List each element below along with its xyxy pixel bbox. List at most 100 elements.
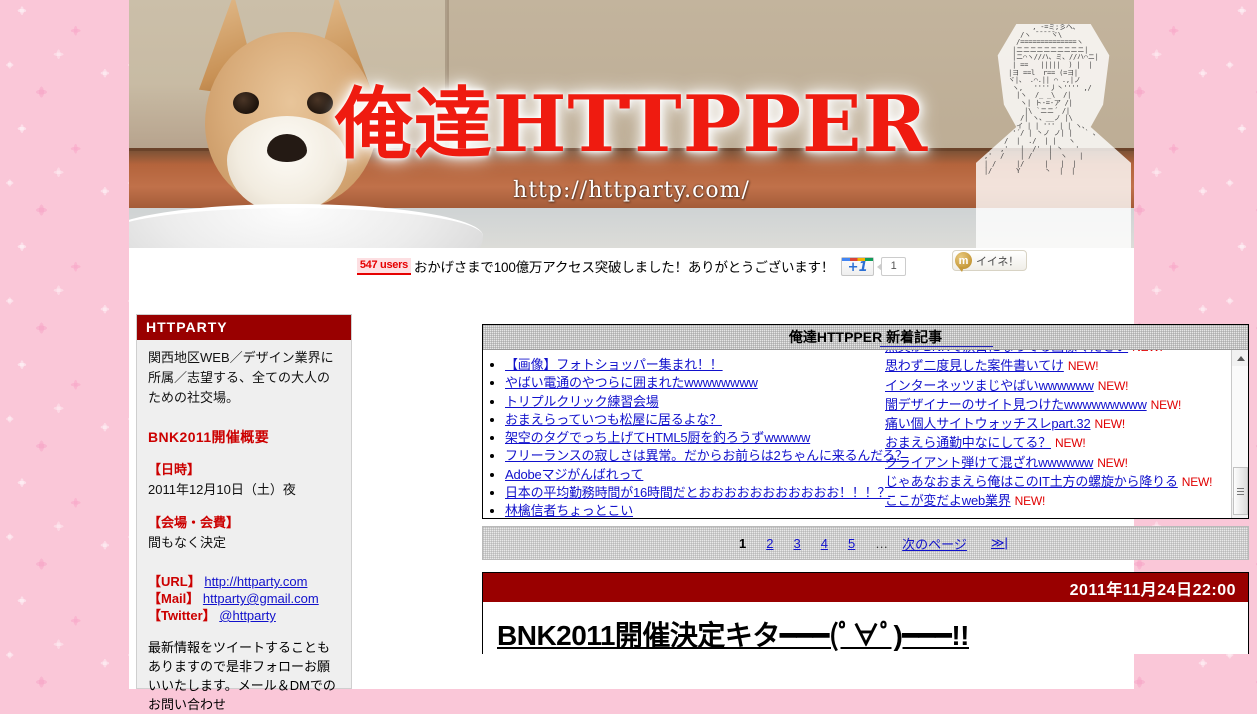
sidebar-field-value-0: 2011年12月10日（土）夜: [148, 482, 296, 497]
article-link[interactable]: 痛い個人サイトウォッチスレpart.32: [885, 416, 1091, 431]
article-link[interactable]: クライアント弾けて混ざれwwwwww: [885, 455, 1093, 470]
new-articles-panel: 俺達HTTPPER 新着記事 【画像】フォトショッパー集まれ！！ やばい電通のや…: [482, 324, 1249, 519]
sidebar-title: HTTPARTY: [137, 315, 351, 340]
new-badge: NEW!: [1094, 417, 1126, 432]
sidebar-contact-links: 【URL】 http://httparty.com 【Mail】 httpart…: [148, 574, 340, 624]
list-item[interactable]: 架空のタグでっち上げてHTML5厨を釣ろうずwwwww: [505, 429, 877, 446]
new-badge: NEW!: [1150, 397, 1182, 412]
list-item[interactable]: Adobeマジがんばれって: [505, 466, 877, 483]
google-stripes-icon: [842, 257, 874, 261]
sidebar-section-title: BNK2011開催概要: [148, 429, 270, 445]
entry-title-link[interactable]: BNK2011開催決定キタ━━━(ﾟ∀ﾟ)━━━!!: [497, 620, 970, 651]
sidebar-description: 関西地区WEB／デザイン業界に所属／志望する、全ての大人のための社交場。: [148, 350, 334, 405]
site-page: , -=ミ;彡へ、 /ヽ ̄ ̄ ̄ ̄ ̄ヾ\ /==============…: [129, 0, 1249, 712]
google-plus-one-button[interactable]: +1: [841, 256, 875, 276]
sidebar-field-label-1: 【会場・会費】: [148, 515, 240, 530]
list-item[interactable]: 日本の平均勤務時間が16時間だとおおおおおおおおおおお！！！？: [505, 484, 890, 501]
list-item[interactable]: じゃあなおまえら俺はこのIT土方の螺旋から降りる NEW!: [885, 473, 1241, 491]
new-badge: NEW!: [1055, 436, 1086, 451]
list-item[interactable]: 照英がBNKで涙目になってる画像ください NEW!: [885, 350, 1241, 356]
list-item[interactable]: ここが変だよweb業界 NEW!: [885, 492, 1241, 510]
google-plus-one-count[interactable]: 1: [877, 256, 907, 276]
sidebar-link-key-mail: 【Mail】: [148, 591, 200, 606]
sidebar-link-url[interactable]: http://httparty.com: [204, 574, 307, 589]
list-item[interactable]: 思わず二度見した案件書いてけ NEW!: [885, 357, 1241, 375]
article-list-left: 【画像】フォトショッパー集まれ！！ やばい電通のやつらに囲まれたwwwwwwww…: [483, 356, 908, 518]
sidebar-link-mail[interactable]: httparty@gmail.com: [203, 591, 319, 606]
new-articles-body: 【画像】フォトショッパー集まれ！！ やばい電通のやつらに囲まれたwwwwwwww…: [483, 350, 1248, 518]
social-share-bar: 547 users おかげさまで100億万アクセス突破しました！ありがとうござい…: [129, 248, 1134, 314]
main-area: HTTPARTY 関西地区WEB／デザイン業界に所属／志望する、全ての大人のため…: [129, 314, 1249, 712]
header-underline: [879, 346, 993, 347]
article-link[interactable]: 【画像】フォトショッパー集まれ！！: [505, 357, 723, 372]
mixi-iine-button[interactable]: m イイネ！: [952, 250, 1027, 272]
list-item[interactable]: おまえらっていつも松屋に居るよな？: [505, 411, 877, 428]
page-link-4[interactable]: 4: [821, 536, 828, 551]
sidebar-link-key-url: 【URL】: [148, 574, 201, 589]
list-item[interactable]: クライアント弾けて混ざれwwwwww NEW!: [885, 454, 1241, 472]
sidebar: HTTPARTY 関西地区WEB／デザイン業界に所属／志望する、全ての大人のため…: [136, 314, 352, 712]
sidebar-link-key-twitter: 【Twitter】: [148, 608, 216, 623]
article-link[interactable]: フリーランスの寂しさは異常。だからお前らは2ちゃんに来るんだろ？: [505, 448, 908, 463]
list-item[interactable]: フリーランスの寂しさは異常。だからお前らは2ちゃんに来るんだろ？: [505, 447, 908, 464]
article-link[interactable]: ここが変だよweb業界: [885, 493, 1011, 508]
page-link-1[interactable]: 1: [739, 536, 746, 551]
entry-title[interactable]: BNK2011開催決定キタ━━━(ﾟ∀ﾟ)━━━!!: [483, 602, 1248, 654]
sidebar-link-twitter[interactable]: @httparty: [219, 608, 276, 623]
article-link[interactable]: Adobeマジがんばれって: [505, 467, 644, 482]
social-announcement-text: おかげさまで100億万アクセス突破しました！ありがとうございます！: [413, 260, 835, 275]
new-articles-header: 俺達HTTPPER 新着記事: [483, 325, 1248, 350]
article-link[interactable]: 思わず二度見した案件書いてけ: [885, 358, 1064, 373]
new-badge: NEW!: [1067, 359, 1099, 374]
article-link[interactable]: じゃあなおまえら俺はこのIT土方の螺旋から降りる: [885, 474, 1178, 489]
scrollbar-thumb[interactable]: [1233, 467, 1248, 515]
article-link[interactable]: 照英がBNKで涙目になってる画像ください: [885, 350, 1128, 354]
pagination: 1 2 3 4 5 … 次のページ ≫|: [482, 526, 1249, 560]
list-item[interactable]: 闇デザイナーのサイト見つけたwwwwwwwww NEW!: [885, 396, 1241, 414]
sidebar-field-value-1: 間もなく決定: [148, 535, 227, 550]
mixi-icon: m: [955, 252, 972, 272]
new-badge: NEW!: [1181, 475, 1213, 490]
new-badge: NEW!: [1097, 455, 1128, 470]
page-link-5[interactable]: 5: [848, 536, 855, 551]
hatena-bookmark-count[interactable]: 547 users: [356, 257, 411, 275]
entry-date-bar: 2011年11月24日22:00: [483, 573, 1248, 602]
article-link[interactable]: インターネッツまじやばいwwwwww: [885, 378, 1094, 393]
article-list-right: 照英がBNKで涙目になってる画像くださいNEW! 思わず二度見した案件書いてけN…: [877, 350, 1241, 518]
article-link[interactable]: 闇デザイナーのサイト見つけたwwwwwwwww: [885, 397, 1147, 412]
next-page-link[interactable]: 次のページ: [902, 534, 967, 553]
list-item[interactable]: やばい電通のやつらに囲まれたwwwwwwww: [505, 374, 877, 391]
page-link-3[interactable]: 3: [793, 536, 800, 551]
sidebar-link-row-url: 【URL】 http://httparty.com: [148, 574, 340, 590]
list-item[interactable]: トリプルクリック練習会場: [505, 393, 877, 410]
site-banner[interactable]: , -=ミ;彡へ、 /ヽ ̄ ̄ ̄ ̄ ̄ヾ\ /==============…: [129, 0, 1134, 248]
article-link[interactable]: おまえらっていつも松屋に居るよな？: [505, 412, 722, 427]
scroll-up-arrow-icon[interactable]: [1232, 350, 1248, 366]
article-link[interactable]: トリプルクリック練習会場: [505, 394, 659, 409]
article-link[interactable]: 日本の平均勤務時間が16時間だとおおおおおおおおおおお！！！？: [505, 485, 890, 500]
list-item[interactable]: インターネッツまじやばいwwwwww NEW!: [885, 377, 1241, 395]
article-link[interactable]: 架空のタグでっち上げてHTML5厨を釣ろうずwwwww: [505, 430, 810, 445]
article-entry: 2011年11月24日22:00 BNK2011開催決定キタ━━━(ﾟ∀ﾟ)━━…: [482, 572, 1249, 654]
list-item[interactable]: 【画像】フォトショッパー集まれ！！: [505, 356, 877, 373]
list-item[interactable]: 痛い個人サイトウォッチスレpart.32 NEW!: [885, 415, 1241, 433]
mixi-iine-label: イイネ！: [976, 255, 1019, 268]
plus-one-label: +1: [847, 260, 868, 275]
article-list-scrollbar[interactable]: [1231, 350, 1248, 518]
page-link-2[interactable]: 2: [766, 536, 773, 551]
last-page-link[interactable]: ≫|: [991, 535, 1008, 551]
new-badge: NEW!: [1014, 494, 1046, 509]
sidebar-field-label-0: 【日時】: [148, 462, 201, 477]
new-articles-header-label: 俺達HTTPPER 新着記事: [788, 329, 943, 345]
article-link[interactable]: 林檎信者ちょっとこい: [505, 503, 633, 518]
site-logo-url: http://httparty.com/: [513, 178, 750, 203]
scrollbar-grip-icon: [1237, 487, 1244, 495]
article-link[interactable]: おまえら通勤中なにしてる？: [885, 435, 1051, 450]
entry-date: 2011年11月24日22:00: [1069, 581, 1236, 599]
new-badge: NEW!: [1132, 350, 1163, 354]
list-item[interactable]: おまえら通勤中なにしてる？ NEW!: [885, 434, 1241, 452]
sidebar-footer-note: 最新情報をツイートすることもありますので是非フォローお願いいたします。メール＆D…: [148, 640, 336, 712]
new-badge: NEW!: [1097, 378, 1129, 393]
list-item[interactable]: 林檎信者ちょっとこい: [505, 502, 877, 518]
article-link[interactable]: やばい電通のやつらに囲まれたwwwwwwww: [505, 375, 758, 390]
